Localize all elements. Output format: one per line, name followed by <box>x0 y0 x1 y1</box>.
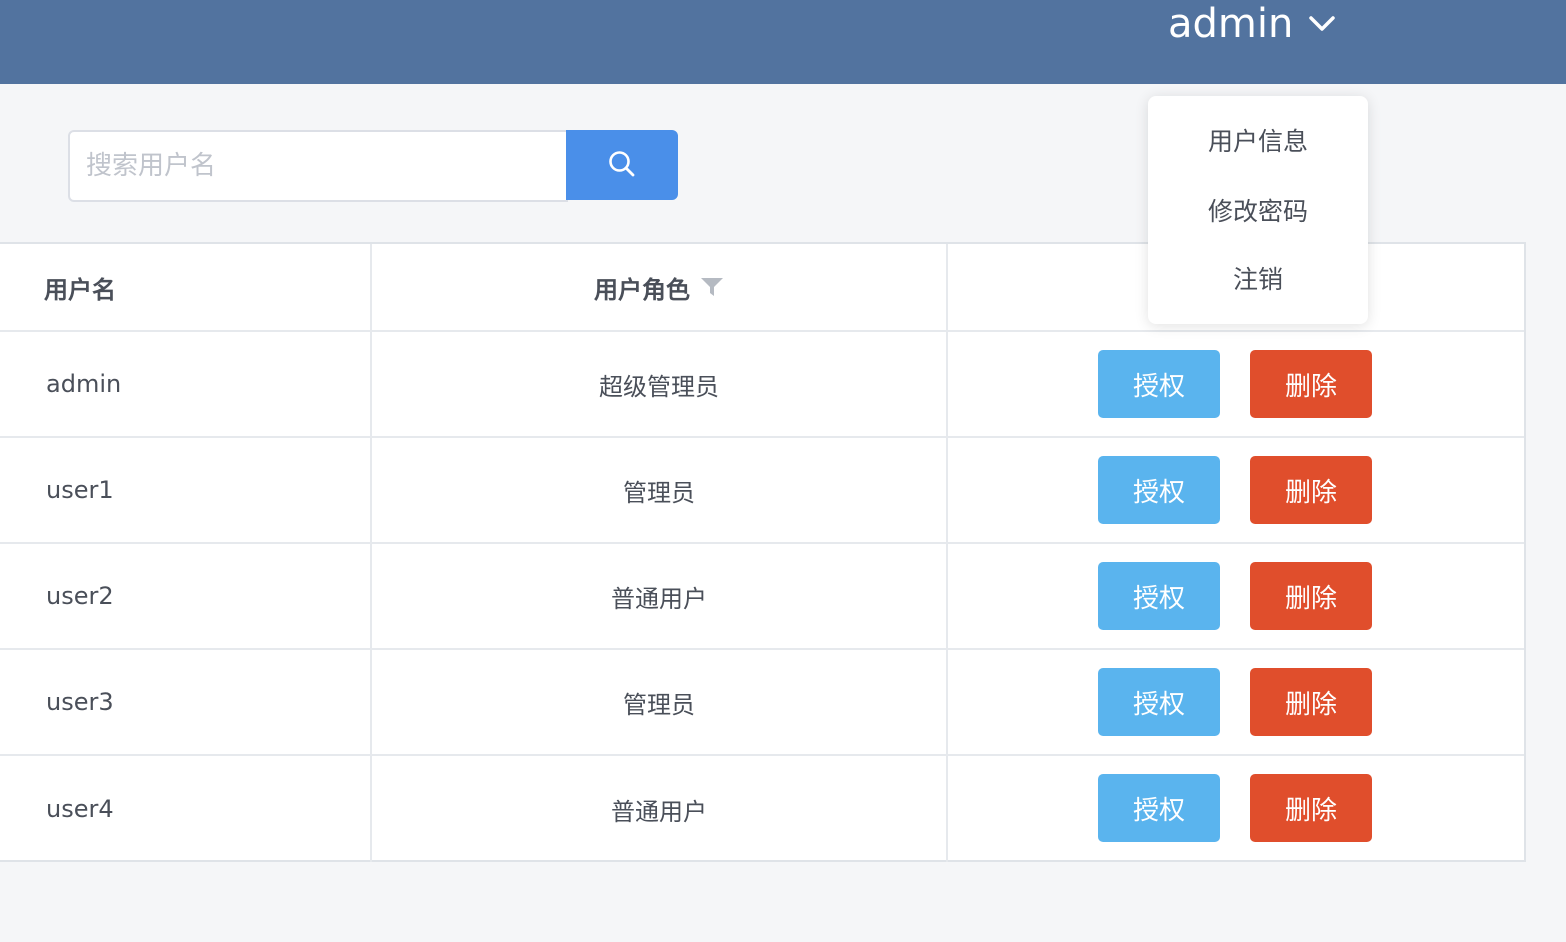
actions-cell <box>946 756 1524 862</box>
delete-button[interactable]: 删除 <box>1250 562 1372 630</box>
user-menu-trigger[interactable]: admin <box>1168 0 1337 48</box>
current-username: admin <box>1168 1 1294 47</box>
actions-cell <box>946 544 1524 648</box>
authorize-button[interactable]: 授权 <box>1098 456 1220 524</box>
actions-cell <box>946 332 1524 436</box>
column-header-role-label: 用户角色 <box>594 275 690 304</box>
role-cell: 普通用户 <box>370 544 946 648</box>
username-cell: user2 <box>46 582 114 610</box>
authorize-button[interactable]: 授权 <box>1098 562 1220 630</box>
actions-cell <box>946 438 1524 542</box>
chevron-down-icon <box>1307 14 1337 34</box>
role-cell: 普通用户 <box>370 756 946 862</box>
column-header-role[interactable]: 用户角色 <box>370 244 946 330</box>
authorize-button[interactable]: 授权 <box>1098 350 1220 418</box>
delete-button[interactable]: 删除 <box>1250 456 1372 524</box>
delete-button[interactable]: 删除 <box>1250 668 1372 736</box>
search-icon <box>607 149 637 182</box>
menu-item-user-info[interactable]: 用户信息 <box>1148 108 1368 172</box>
authorize-button[interactable]: 授权 <box>1098 774 1220 842</box>
username-cell: user4 <box>46 795 114 823</box>
role-cell: 管理员 <box>370 438 946 542</box>
search-input[interactable] <box>68 130 568 202</box>
delete-button[interactable]: 删除 <box>1250 774 1372 842</box>
user-dropdown-menu: 用户信息 修改密码 注销 <box>1148 96 1368 324</box>
user-table: 用户名 用户角色 操作 admin 超级管理员 user1 管理员 user2 … <box>0 242 1526 862</box>
username-cell: user1 <box>46 476 114 504</box>
username-cell: admin <box>46 370 122 398</box>
search-button[interactable] <box>566 130 678 200</box>
role-cell: 管理员 <box>370 650 946 754</box>
authorize-button[interactable]: 授权 <box>1098 668 1220 736</box>
column-header-username: 用户名 <box>44 275 116 304</box>
actions-cell <box>946 650 1524 754</box>
delete-button[interactable]: 删除 <box>1250 350 1372 418</box>
top-navbar: admin <box>0 0 1566 84</box>
menu-item-logout[interactable]: 注销 <box>1148 246 1368 310</box>
username-cell: user3 <box>46 688 114 716</box>
filter-icon[interactable] <box>700 276 724 298</box>
menu-item-change-password[interactable]: 修改密码 <box>1148 178 1368 242</box>
role-cell: 超级管理员 <box>370 332 946 436</box>
